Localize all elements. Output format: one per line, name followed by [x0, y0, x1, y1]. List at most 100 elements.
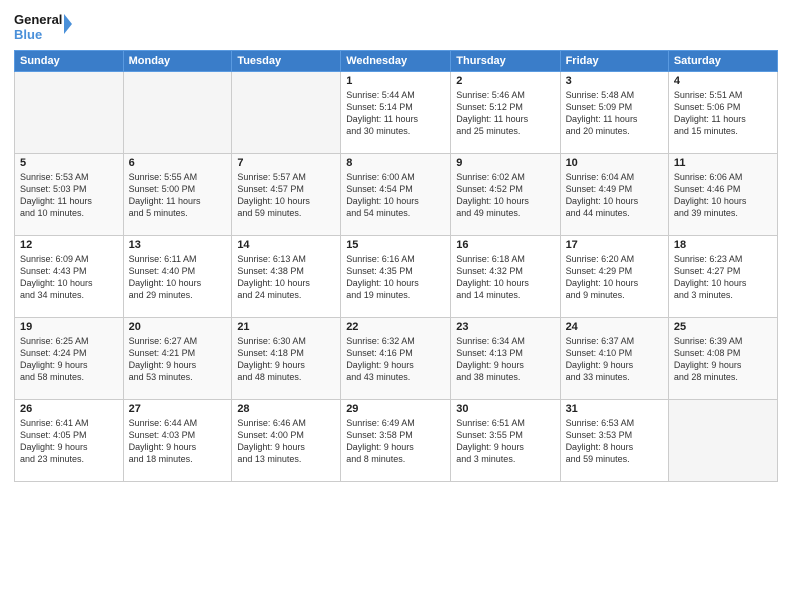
week-row-2: 5 Sunrise: 5:53 AM Sunset: 5:03 PM Daylig… [15, 154, 778, 236]
logo-icon: GeneralBlue [14, 10, 74, 42]
day-info: Sunrise: 5:48 AM Sunset: 5:09 PM Dayligh… [566, 89, 663, 138]
day-number: 3 [566, 75, 663, 87]
day-info: Sunrise: 6:16 AM Sunset: 4:35 PM Dayligh… [346, 253, 445, 302]
calendar-cell: 11 Sunrise: 6:06 AM Sunset: 4:46 PM Dayli… [668, 154, 777, 236]
day-number: 25 [674, 321, 772, 333]
page: GeneralBlue SundayMondayTuesdayWednesday… [0, 0, 792, 612]
day-info: Sunrise: 5:57 AM Sunset: 4:57 PM Dayligh… [237, 171, 335, 220]
week-row-3: 12 Sunrise: 6:09 AM Sunset: 4:43 PM Dayli… [15, 236, 778, 318]
calendar-cell: 13Sunrise: 6:11 AM Sunset: 4:40 PM Dayli… [123, 236, 232, 318]
day-info: Sunrise: 6:25 AM Sunset: 4:24 PM Dayligh… [20, 335, 118, 384]
calendar-cell: 24Sunrise: 6:37 AM Sunset: 4:10 PM Dayli… [560, 318, 668, 400]
calendar-cell: 25 Sunrise: 6:39 AM Sunset: 4:08 PM Dayli… [668, 318, 777, 400]
day-info: Sunrise: 5:53 AM Sunset: 5:03 PM Dayligh… [20, 171, 118, 220]
weekday-header-saturday: Saturday [668, 51, 777, 72]
day-info: Sunrise: 6:20 AM Sunset: 4:29 PM Dayligh… [566, 253, 663, 302]
day-info: Sunrise: 5:46 AM Sunset: 5:12 PM Dayligh… [456, 89, 554, 138]
day-info: Sunrise: 6:34 AM Sunset: 4:13 PM Dayligh… [456, 335, 554, 384]
day-number: 16 [456, 239, 554, 251]
day-number: 19 [20, 321, 118, 333]
calendar-cell: 14 Sunrise: 6:13 AM Sunset: 4:38 PM Dayli… [232, 236, 341, 318]
weekday-header-sunday: Sunday [15, 51, 124, 72]
day-number: 24 [566, 321, 663, 333]
day-number: 28 [237, 403, 335, 415]
calendar-cell: 20 Sunrise: 6:27 AM Sunset: 4:21 PM Dayli… [123, 318, 232, 400]
day-info: Sunrise: 6:41 AM Sunset: 4:05 PM Dayligh… [20, 417, 118, 466]
calendar-cell: 18 Sunrise: 6:23 AM Sunset: 4:27 PM Dayli… [668, 236, 777, 318]
day-number: 5 [20, 157, 118, 169]
calendar-cell: 6 Sunrise: 5:55 AM Sunset: 5:00 PM Daylig… [123, 154, 232, 236]
calendar-cell: 21Sunrise: 6:30 AM Sunset: 4:18 PM Dayli… [232, 318, 341, 400]
day-number: 10 [566, 157, 663, 169]
day-number: 31 [566, 403, 663, 415]
calendar-cell: 17 Sunrise: 6:20 AM Sunset: 4:29 PM Dayli… [560, 236, 668, 318]
day-number: 14 [237, 239, 335, 251]
day-number: 29 [346, 403, 445, 415]
day-number: 21 [237, 321, 335, 333]
calendar-cell: 22Sunrise: 6:32 AM Sunset: 4:16 PM Dayli… [341, 318, 451, 400]
day-info: Sunrise: 6:04 AM Sunset: 4:49 PM Dayligh… [566, 171, 663, 220]
calendar-cell: 16 Sunrise: 6:18 AM Sunset: 4:32 PM Dayli… [451, 236, 560, 318]
calendar-cell: 19 Sunrise: 6:25 AM Sunset: 4:24 PM Dayli… [15, 318, 124, 400]
calendar-cell [668, 400, 777, 482]
day-number: 20 [129, 321, 227, 333]
weekday-header-friday: Friday [560, 51, 668, 72]
weekday-header-thursday: Thursday [451, 51, 560, 72]
day-number: 4 [674, 75, 772, 87]
day-info: Sunrise: 6:49 AM Sunset: 3:58 PM Dayligh… [346, 417, 445, 466]
calendar-cell: 7Sunrise: 5:57 AM Sunset: 4:57 PM Daylig… [232, 154, 341, 236]
day-number: 12 [20, 239, 118, 251]
day-number: 2 [456, 75, 554, 87]
calendar-cell: 27Sunrise: 6:44 AM Sunset: 4:03 PM Dayli… [123, 400, 232, 482]
calendar-cell: 1 Sunrise: 5:44 AM Sunset: 5:14 PM Daylig… [341, 72, 451, 154]
day-number: 1 [346, 75, 445, 87]
calendar-cell: 3 Sunrise: 5:48 AM Sunset: 5:09 PM Daylig… [560, 72, 668, 154]
day-info: Sunrise: 6:06 AM Sunset: 4:46 PM Dayligh… [674, 171, 772, 220]
day-info: Sunrise: 5:55 AM Sunset: 5:00 PM Dayligh… [129, 171, 227, 220]
week-row-1: 1 Sunrise: 5:44 AM Sunset: 5:14 PM Daylig… [15, 72, 778, 154]
day-info: Sunrise: 6:44 AM Sunset: 4:03 PM Dayligh… [129, 417, 227, 466]
week-row-4: 19 Sunrise: 6:25 AM Sunset: 4:24 PM Dayli… [15, 318, 778, 400]
calendar-table: SundayMondayTuesdayWednesdayThursdayFrid… [14, 50, 778, 482]
day-info: Sunrise: 6:09 AM Sunset: 4:43 PM Dayligh… [20, 253, 118, 302]
calendar-cell: 23 Sunrise: 6:34 AM Sunset: 4:13 PM Dayli… [451, 318, 560, 400]
day-info: Sunrise: 6:27 AM Sunset: 4:21 PM Dayligh… [129, 335, 227, 384]
calendar-cell: 15 Sunrise: 6:16 AM Sunset: 4:35 PM Dayli… [341, 236, 451, 318]
calendar-cell [123, 72, 232, 154]
day-number: 11 [674, 157, 772, 169]
day-number: 18 [674, 239, 772, 251]
calendar-cell: 10 Sunrise: 6:04 AM Sunset: 4:49 PM Dayli… [560, 154, 668, 236]
day-info: Sunrise: 6:39 AM Sunset: 4:08 PM Dayligh… [674, 335, 772, 384]
calendar-cell: 26Sunrise: 6:41 AM Sunset: 4:05 PM Dayli… [15, 400, 124, 482]
day-number: 23 [456, 321, 554, 333]
svg-text:Blue: Blue [14, 27, 42, 42]
day-info: Sunrise: 5:51 AM Sunset: 5:06 PM Dayligh… [674, 89, 772, 138]
calendar-cell [15, 72, 124, 154]
day-info: Sunrise: 6:32 AM Sunset: 4:16 PM Dayligh… [346, 335, 445, 384]
calendar-cell: 28 Sunrise: 6:46 AM Sunset: 4:00 PM Dayli… [232, 400, 341, 482]
day-number: 15 [346, 239, 445, 251]
day-info: Sunrise: 6:51 AM Sunset: 3:55 PM Dayligh… [456, 417, 554, 466]
calendar-cell [232, 72, 341, 154]
day-info: Sunrise: 5:44 AM Sunset: 5:14 PM Dayligh… [346, 89, 445, 138]
calendar-cell: 12 Sunrise: 6:09 AM Sunset: 4:43 PM Dayli… [15, 236, 124, 318]
calendar-cell: 2 Sunrise: 5:46 AM Sunset: 5:12 PM Daylig… [451, 72, 560, 154]
day-info: Sunrise: 6:13 AM Sunset: 4:38 PM Dayligh… [237, 253, 335, 302]
day-info: Sunrise: 6:18 AM Sunset: 4:32 PM Dayligh… [456, 253, 554, 302]
day-number: 9 [456, 157, 554, 169]
calendar-cell: 29 Sunrise: 6:49 AM Sunset: 3:58 PM Dayli… [341, 400, 451, 482]
calendar-cell: 9Sunrise: 6:02 AM Sunset: 4:52 PM Daylig… [451, 154, 560, 236]
calendar-cell: 31Sunrise: 6:53 AM Sunset: 3:53 PM Dayli… [560, 400, 668, 482]
day-number: 6 [129, 157, 227, 169]
day-number: 17 [566, 239, 663, 251]
day-number: 13 [129, 239, 227, 251]
calendar-cell: 5 Sunrise: 5:53 AM Sunset: 5:03 PM Daylig… [15, 154, 124, 236]
day-info: Sunrise: 6:46 AM Sunset: 4:00 PM Dayligh… [237, 417, 335, 466]
weekday-header-wednesday: Wednesday [341, 51, 451, 72]
day-number: 30 [456, 403, 554, 415]
calendar-cell: 8Sunrise: 6:00 AM Sunset: 4:54 PM Daylig… [341, 154, 451, 236]
calendar-cell: 4 Sunrise: 5:51 AM Sunset: 5:06 PM Daylig… [668, 72, 777, 154]
header: GeneralBlue [14, 10, 778, 42]
day-number: 8 [346, 157, 445, 169]
day-info: Sunrise: 6:23 AM Sunset: 4:27 PM Dayligh… [674, 253, 772, 302]
